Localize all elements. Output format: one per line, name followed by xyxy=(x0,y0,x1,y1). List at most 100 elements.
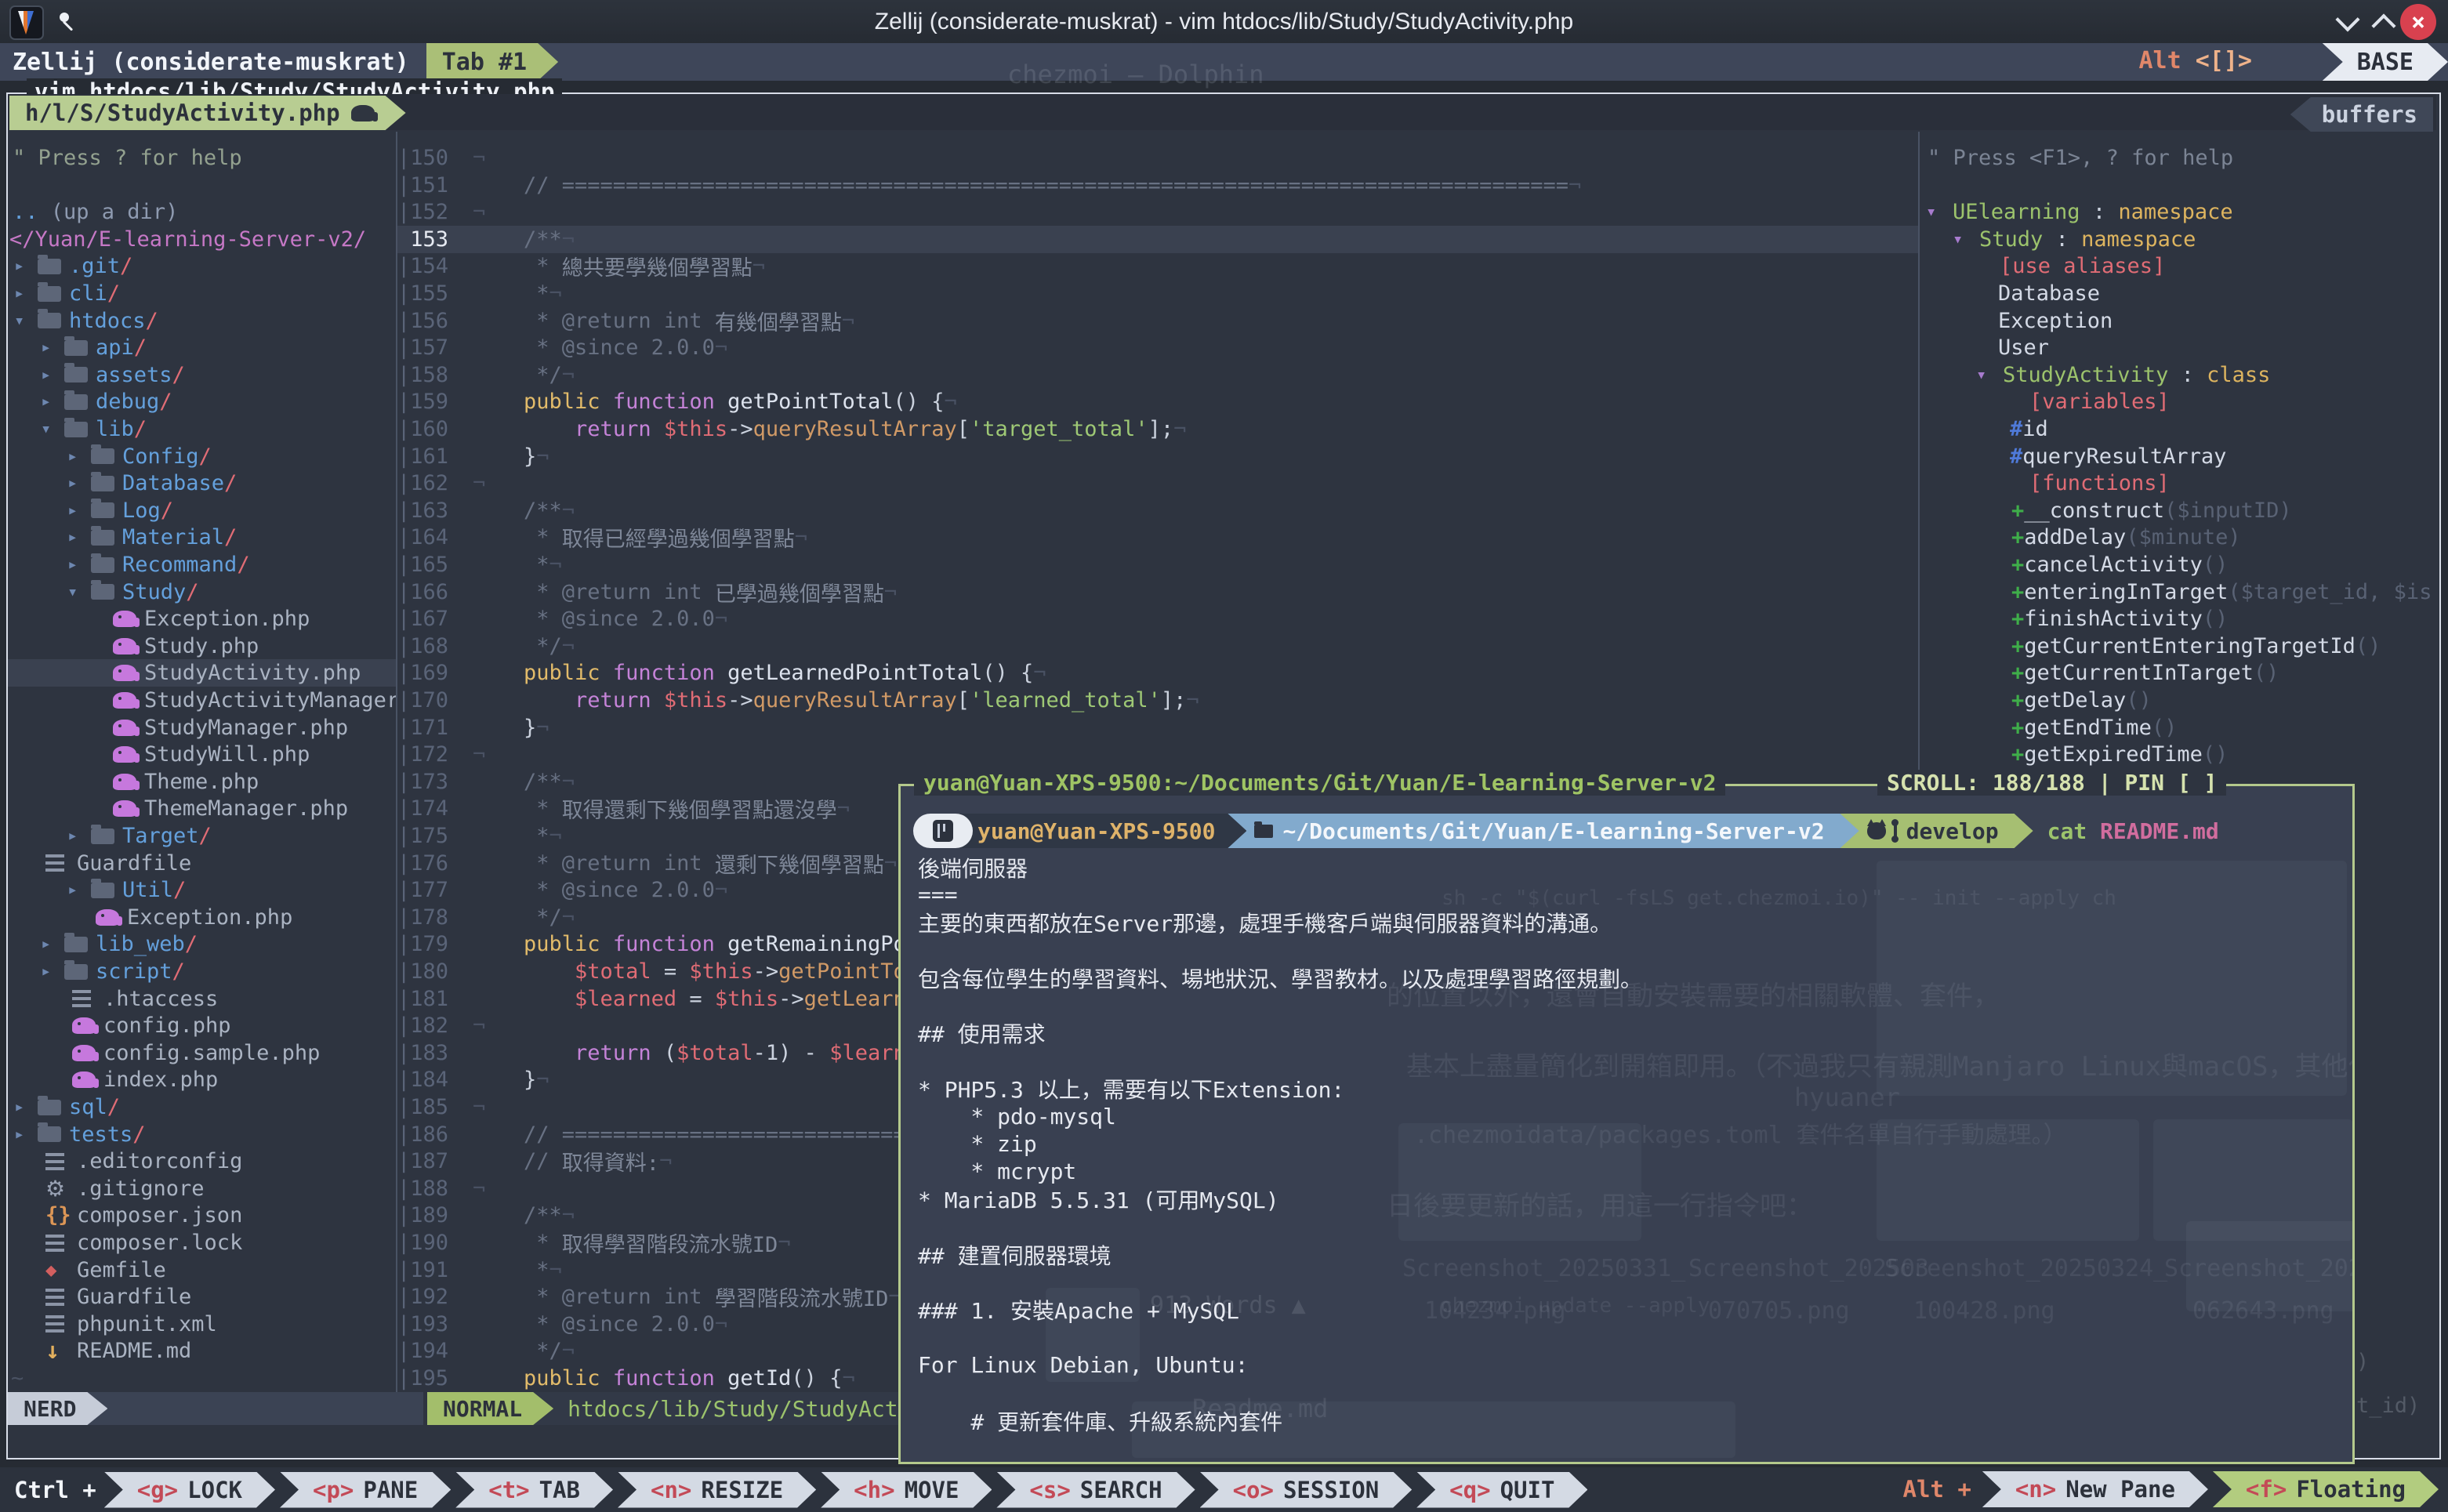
tree-item[interactable]: ▸assets/ xyxy=(8,361,396,389)
close-icon[interactable]: × xyxy=(2400,4,2436,40)
tagbar-item[interactable]: +enteringInTarget($target_id, $is xyxy=(1921,578,2436,606)
tree-item[interactable]: Exception.php xyxy=(8,904,396,931)
tree-item[interactable]: index.php xyxy=(8,1066,396,1093)
code-line[interactable]: |159 public function getPointTotal() {¬ xyxy=(397,388,1918,415)
tree-item[interactable]: phpunit.xml xyxy=(8,1311,396,1338)
prompt-host: yuan@Yuan-XPS-9500 xyxy=(959,814,1246,848)
tree-item[interactable]: StudyWill.php xyxy=(8,741,396,768)
code-line[interactable]: |171 }¬ xyxy=(397,714,1918,741)
tree-item[interactable]: ▸Util/ xyxy=(8,876,396,904)
tree-item[interactable]: ▸sql/ xyxy=(8,1093,396,1121)
tree-item[interactable]: ▾lib/ xyxy=(8,415,396,443)
tree-item[interactable]: StudyActivity.php xyxy=(8,659,396,687)
tree-item[interactable]: ~ xyxy=(8,1365,396,1392)
tree-item[interactable]: ▸lib_web/ xyxy=(8,930,396,958)
terminal-body[interactable]: sh -c "$(curl -fsLS get.chezmoi.io)" -- … xyxy=(901,786,2352,1462)
tree-item[interactable]: Theme.php xyxy=(8,768,396,796)
code-line[interactable]: |166 * @return int 已學過幾個學習點¬ xyxy=(397,578,1918,606)
code-line[interactable]: |151 // ================================… xyxy=(397,172,1918,199)
tree-item[interactable]: Study.php xyxy=(8,633,396,660)
tagbar-item[interactable]: ▾Study : namespace xyxy=(1921,226,2436,253)
tree-item[interactable]: ◆Gemfile xyxy=(8,1256,396,1284)
tab-1[interactable]: Tab #1 xyxy=(426,43,558,81)
tagbar-item[interactable]: +getEndTime() xyxy=(1921,714,2436,741)
code-line[interactable]: |168 */¬ xyxy=(397,633,1918,660)
code-line[interactable]: |172 ¬ xyxy=(397,741,1918,768)
code-line[interactable]: |155 *¬ xyxy=(397,280,1918,307)
tagbar-item[interactable]: +getDelay() xyxy=(1921,687,2436,714)
code-line[interactable]: |154 * 總共要學幾個學習點¬ xyxy=(397,252,1918,280)
code-line[interactable]: |167 * @since 2.0.0¬ xyxy=(397,605,1918,633)
tree-item[interactable]: ▸Recommand/ xyxy=(8,551,396,578)
tagbar-item[interactable]: User xyxy=(1921,334,2436,361)
tree-item[interactable]: ▸Config/ xyxy=(8,443,396,470)
tree-item[interactable]: config.php xyxy=(8,1012,396,1039)
tree-item[interactable]: </Yuan/E-learning-Server-v2/ xyxy=(8,226,396,253)
code-line[interactable]: |165 *¬ xyxy=(397,551,1918,578)
buffer-tab[interactable]: h/l/S/StudyActivity.php xyxy=(9,96,406,130)
tree-item[interactable]: ▸Material/ xyxy=(8,524,396,551)
tagbar-item[interactable]: [use aliases] xyxy=(1921,252,2436,280)
tagbar-item[interactable]: " Press <F1>, ? for help xyxy=(1921,144,2436,172)
tree-item[interactable]: ⚙.gitignore xyxy=(8,1175,396,1202)
tree-item[interactable]: ▸tests/ xyxy=(8,1121,396,1148)
code-line[interactable]: |162 ¬ xyxy=(397,470,1918,497)
tagbar-item[interactable]: #queryResultArray xyxy=(1921,443,2436,470)
tree-item[interactable]: ↓README.md xyxy=(8,1337,396,1365)
tagbar-item[interactable]: ▾UElearning : namespace xyxy=(1921,198,2436,226)
code-line[interactable]: |163 /**¬ xyxy=(397,497,1918,524)
tree-item[interactable]: composer.lock xyxy=(8,1229,396,1256)
tree-item[interactable]: StudyManager.php xyxy=(8,714,396,741)
code-line[interactable]: |170 return $this->queryResultArray['lea… xyxy=(397,687,1918,714)
tagbar-item[interactable]: +__construct($inputID) xyxy=(1921,497,2436,524)
tree-item[interactable]: .htaccess xyxy=(8,985,396,1013)
code-line[interactable]: |157 * @since 2.0.0¬ xyxy=(397,334,1918,361)
tree-item[interactable]: ▸script/ xyxy=(8,958,396,985)
tree-item[interactable]: ▸Target/ xyxy=(8,822,396,850)
tagbar-item[interactable]: +addDelay($minute) xyxy=(1921,524,2436,551)
tagbar-item[interactable]: +finishActivity() xyxy=(1921,605,2436,633)
tree-item[interactable]: .. (up a dir) xyxy=(8,198,396,226)
tree-item[interactable]: ▸debug/ xyxy=(8,388,396,415)
code-line[interactable]: |160 return $this->queryResultArray['tar… xyxy=(397,415,1918,443)
tree-item[interactable]: ▾htdocs/ xyxy=(8,307,396,335)
window-title: Zellij (considerate-muskrat) - vim htdoc… xyxy=(0,0,2448,43)
tree-item[interactable]: ▸api/ xyxy=(8,334,396,361)
tagbar-item[interactable]: +cancelActivity() xyxy=(1921,551,2436,578)
tree-item[interactable]: Exception.php xyxy=(8,605,396,633)
tagbar-item[interactable]: [variables] xyxy=(1921,388,2436,415)
tagbar-item[interactable]: ▾StudyActivity : class xyxy=(1921,361,2436,389)
tagbar-item[interactable]: [functions] xyxy=(1921,470,2436,497)
tagbar-item[interactable]: +getCurrentEnteringTargetId() xyxy=(1921,633,2436,660)
code-line[interactable]: |169 public function getLearnedPointTota… xyxy=(397,659,1918,687)
tree-item[interactable]: Guardfile xyxy=(8,1283,396,1311)
code-line[interactable]: |156 * @return int 有幾個學習點¬ xyxy=(397,307,1918,335)
floating-pane-title[interactable]: yuan@Yuan-XPS-9500:~/Documents/Git/Yuan/… xyxy=(914,770,1725,796)
tree-item[interactable]: config.sample.php xyxy=(8,1039,396,1067)
pin-icon[interactable] xyxy=(60,13,69,22)
tagbar-item[interactable]: +getExpiredTime() xyxy=(1921,741,2436,768)
tagbar-item[interactable]: #id xyxy=(1921,415,2436,443)
tree-item[interactable]: ThemeManager.php xyxy=(8,795,396,822)
code-line[interactable]: 153 /**¬ xyxy=(397,226,1918,253)
tree-item[interactable]: .editorconfig xyxy=(8,1148,396,1175)
code-line[interactable]: |150 ¬ xyxy=(397,144,1918,172)
tree-item[interactable]: ▸Database/ xyxy=(8,470,396,497)
tree-item[interactable]: ▸cli/ xyxy=(8,280,396,307)
keybinding-quit: <q>QUIT xyxy=(1416,1472,1587,1508)
tree-item[interactable]: " Press ? for help xyxy=(8,144,396,172)
tagbar-item[interactable]: Exception xyxy=(1921,307,2436,335)
tree-item[interactable]: ▸Log/ xyxy=(8,497,396,524)
code-line[interactable]: |161 }¬ xyxy=(397,443,1918,470)
tree-item[interactable]: Guardfile xyxy=(8,850,396,877)
code-line[interactable]: |152 ¬ xyxy=(397,198,1918,226)
tree-item[interactable]: {}composer.json xyxy=(8,1202,396,1229)
code-line[interactable]: |164 * 取得已經學過幾個學習點¬ xyxy=(397,524,1918,551)
floating-terminal-pane[interactable]: sh -c "$(curl -fsLS get.chezmoi.io)" -- … xyxy=(898,784,2355,1464)
tagbar-item[interactable]: Database xyxy=(1921,280,2436,307)
tagbar-item[interactable]: +getCurrentInTarget() xyxy=(1921,659,2436,687)
tree-item[interactable]: ▾Study/ xyxy=(8,578,396,606)
tree-item[interactable]: ▸.git/ xyxy=(8,252,396,280)
code-line[interactable]: |158 */¬ xyxy=(397,361,1918,389)
tree-item[interactable]: StudyActivityManager xyxy=(8,687,396,714)
